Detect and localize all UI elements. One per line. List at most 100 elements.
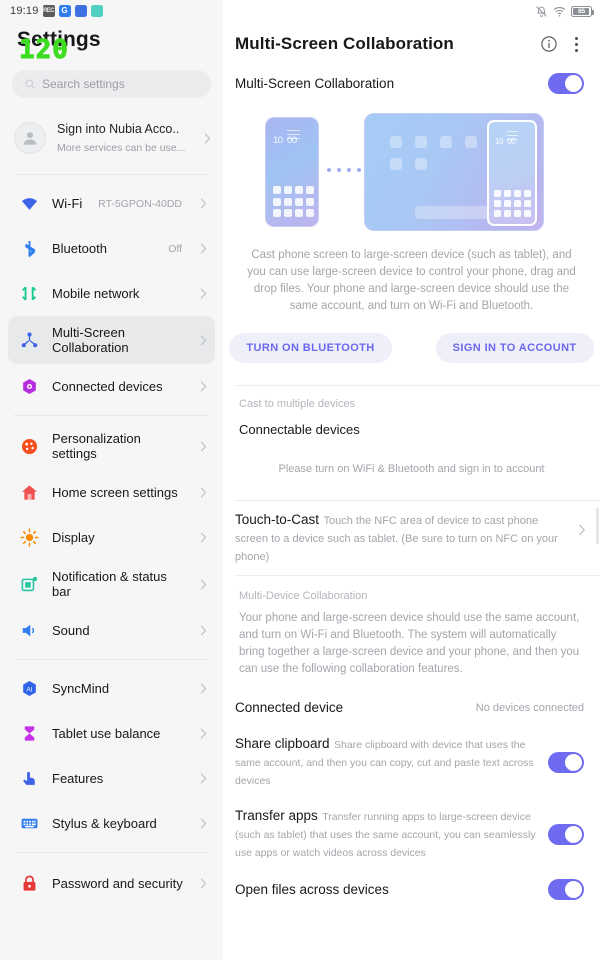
tablet-graphic: 10 00 (364, 113, 544, 231)
sidebar-item-password-and-security[interactable]: Password and security (8, 859, 215, 907)
account-text: Sign into Nubia Acco.. More services can… (57, 120, 193, 156)
hourglass-icon (19, 724, 39, 743)
fps-overlay: 120 (19, 35, 69, 65)
avatar-icon (14, 122, 46, 154)
share-clipboard-switch[interactable] (548, 751, 584, 773)
sidebar-title-area: Settings 120 (0, 22, 223, 66)
open-files-row[interactable]: Open files across devices (223, 870, 600, 909)
sidebar-item-value: Off (168, 242, 182, 255)
sidebar-item-label: Mobile network (52, 286, 140, 301)
sidebar-divider (14, 174, 209, 175)
touch-to-cast-row[interactable]: Touch-to-Cast Touch the NFC area of devi… (223, 501, 600, 575)
connected-devices-icon (19, 377, 39, 396)
main-title: Multi-Screen Collaboration (235, 34, 454, 53)
kebab-menu-icon[interactable] (569, 35, 584, 54)
main-scrollbar[interactable] (596, 508, 599, 544)
lock-icon (19, 874, 39, 893)
tablet-app-grid (390, 136, 502, 170)
sidebar-item-label: Wi-Fi (52, 196, 83, 211)
touch-to-cast-text: Touch-to-Cast Touch the NFC area of devi… (235, 510, 568, 565)
sun-icon (19, 528, 39, 547)
sidebar-item-bluetooth[interactable]: Bluetooth Off (8, 226, 215, 271)
transfer-apps-row[interactable]: Transfer apps Transfer running apps to l… (223, 798, 600, 870)
transfer-apps-text: Transfer apps Transfer running apps to l… (235, 807, 536, 861)
bluetooth-icon (19, 239, 39, 258)
settings-screen: 19:19 REC G 85 Settings 120 Search setti… (0, 0, 600, 960)
info-icon[interactable] (539, 34, 559, 54)
cast-section-label: Cast to multiple devices (239, 398, 356, 410)
sidebar-item-label: Tablet use balance (52, 726, 161, 741)
ai-icon: AI (19, 679, 39, 698)
sidebar-item-sound[interactable]: Sound (8, 608, 215, 653)
sign-in-account-row[interactable]: Sign into Nubia Acco.. More services can… (0, 108, 223, 168)
connected-device-value: No devices connected (475, 702, 584, 714)
chevron-right-icon (200, 334, 207, 346)
phone-app-grid (273, 186, 314, 217)
sidebar-item-mobile-network[interactable]: Mobile network (8, 271, 215, 316)
multi-device-section-label: Multi-Device Collaboration (239, 590, 368, 602)
sidebar-item-syncmind[interactable]: AI SyncMind (8, 666, 215, 711)
palette-icon (19, 437, 39, 456)
home-icon (19, 483, 39, 502)
account-subtitle: More services can be use... (57, 142, 186, 154)
sidebar-divider (14, 415, 209, 416)
mirrored-phone-graphic: 10 00 (487, 120, 537, 226)
sidebar-item-label: Bluetooth (52, 241, 107, 256)
share-clipboard-text: Share clipboard Share clipboard with dev… (235, 735, 536, 789)
chevron-right-icon (200, 773, 207, 784)
search-input[interactable]: Search settings (12, 70, 211, 98)
phone-clock-hour: 10 (273, 135, 283, 146)
collaboration-illustration: 10 00 10 00 (223, 111, 600, 241)
sidebar-item-home-screen-settings[interactable]: Home screen settings (8, 470, 215, 515)
svg-text:AI: AI (26, 686, 32, 693)
sidebar-item-stylus-keyboard[interactable]: Stylus & keyboard (8, 801, 215, 846)
chevron-right-icon (578, 524, 586, 536)
sidebar-item-connected-devices[interactable]: Connected devices (8, 364, 215, 409)
sidebar-item-display[interactable]: Display (8, 515, 215, 560)
gesture-icon (19, 769, 39, 788)
chevron-right-icon (200, 198, 207, 209)
connectable-devices-heading: Connectable devices (239, 422, 360, 437)
share-clipboard-row[interactable]: Share clipboard Share clipboard with dev… (223, 726, 600, 798)
main-panel: Multi-Screen Collaboration Multi-Screen … (223, 0, 600, 960)
connected-device-label: Connected device (235, 700, 344, 715)
notification-icon (19, 575, 39, 594)
sidebar: Settings 120 Search settings Sign into N… (0, 0, 223, 960)
chevron-right-icon (200, 818, 207, 829)
sidebar-item-label: Stylus & keyboard (52, 816, 157, 831)
chevron-right-icon (200, 381, 207, 392)
sidebar-item-label: Home screen settings (52, 485, 178, 500)
sidebar-item-label: Password and security (52, 875, 183, 891)
feature-description: Cast phone screen to large-screen device… (247, 249, 576, 312)
connected-device-text: Connected device (235, 699, 464, 717)
sidebar-item-label: Display (52, 530, 95, 545)
sidebar-item-multi-screen-collaboration[interactable]: Multi-Screen Collaboration (8, 316, 215, 364)
sidebar-item-label: Personalization settings (52, 431, 141, 461)
connected-device-row[interactable]: Connected device No devices connected (223, 690, 600, 726)
sidebar-item-wifi[interactable]: Wi-Fi RT-5GPON-40DD (8, 181, 215, 226)
multi-device-paragraph: Your phone and large-screen device shoul… (239, 612, 580, 675)
phone-text-lines (287, 130, 300, 142)
sidebar-item-personalization-settings[interactable]: Personalization settings (8, 422, 215, 470)
touch-to-cast-title: Touch-to-Cast (235, 512, 320, 527)
transfer-apps-switch[interactable] (548, 823, 584, 845)
turn-on-bluetooth-button[interactable]: TURN ON BLUETOOTH (229, 333, 392, 363)
mirrored-phone-text-lines (507, 131, 518, 143)
open-files-switch[interactable] (548, 879, 584, 900)
mobile-network-icon (19, 284, 39, 303)
mirrored-phone-app-grid (494, 190, 531, 217)
master-toggle-row[interactable]: Multi-Screen Collaboration (223, 64, 600, 103)
account-title: Sign into Nubia Acco.. (57, 122, 180, 136)
sign-in-to-account-button[interactable]: SIGN IN TO ACCOUNT (435, 333, 594, 363)
sidebar-item-features[interactable]: Features (8, 756, 215, 801)
search-icon (25, 79, 35, 89)
chevron-right-icon (200, 532, 207, 543)
master-toggle-switch[interactable] (548, 73, 584, 94)
chevron-right-icon (200, 625, 207, 636)
sidebar-divider (14, 852, 209, 853)
sidebar-item-label: Sound (52, 623, 90, 638)
sidebar-item-notification-status-bar[interactable]: Notification & status bar (8, 560, 215, 608)
wifi-icon (19, 194, 39, 213)
multi-screen-icon (19, 331, 39, 350)
sidebar-item-tablet-use-balance[interactable]: Tablet use balance (8, 711, 215, 756)
